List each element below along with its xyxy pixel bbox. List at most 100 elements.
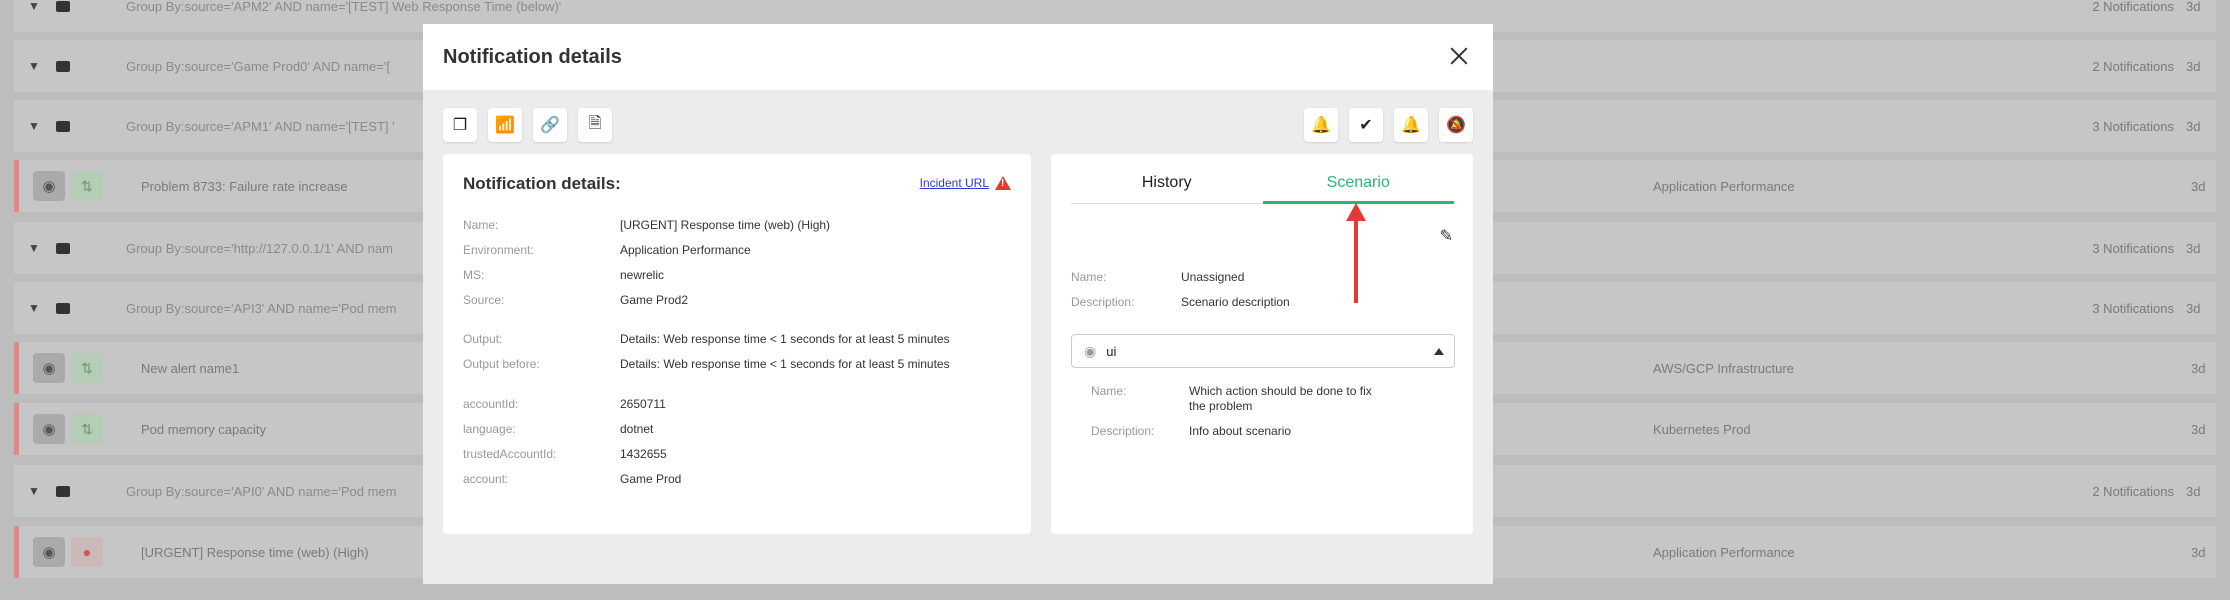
field-value: Scenario description <box>1181 295 1290 309</box>
field-name: Name: [URGENT] Response time (web) (High… <box>463 218 830 232</box>
field-output-before: Output before: Details: Web response tim… <box>463 357 950 371</box>
field-account: account: Game Prod <box>463 472 681 486</box>
field-label: Output before: <box>463 357 540 371</box>
select-value: ui <box>1106 343 1117 359</box>
field-value: 2650711 <box>620 397 666 411</box>
folder-icon <box>56 60 70 72</box>
field-value: dotnet <box>620 422 654 436</box>
chevron-down-icon[interactable]: ▼ <box>28 0 40 13</box>
chevron-down-icon[interactable]: ▼ <box>28 59 40 73</box>
eye-icon[interactable]: ◉ <box>33 537 65 567</box>
modal-title: Notification details <box>443 45 622 68</box>
warning-icon <box>995 176 1011 190</box>
alert-environment: Kubernetes Prod <box>1653 421 1751 437</box>
group-row-text: Group By:source='APM2' AND name='[TEST] … <box>126 0 562 14</box>
eye-icon[interactable]: ◉ <box>33 414 65 444</box>
alert-row-text: [URGENT] Response time (web) (High) <box>141 544 369 560</box>
field-value: Details: Web response time < 1 seconds f… <box>620 357 950 371</box>
tab-bar: History Scenario <box>1071 172 1454 204</box>
notification-count: 3 Notifications <box>2092 240 2174 256</box>
field-value: newrelic <box>620 268 665 282</box>
group-row-text: Group By:source='Game Prod0' AND name='[ <box>126 58 390 74</box>
scenario-name: Name: Unassigned <box>1071 270 1244 284</box>
field-value: Unassigned <box>1181 270 1245 284</box>
chevron-down-icon[interactable]: ▼ <box>28 484 40 498</box>
notification-details-panel: Notification details: Incident URL Name:… <box>443 154 1031 534</box>
row-age: 3d <box>2191 178 2206 194</box>
eye-icon[interactable]: ◉ <box>33 171 65 201</box>
folder-icon <box>56 0 70 12</box>
eye-icon[interactable]: ◉ <box>33 353 65 383</box>
chevron-down-icon[interactable]: ▼ <box>28 241 40 255</box>
alert-environment: Application Performance <box>1653 178 1795 194</box>
row-age: 3d <box>2191 360 2206 376</box>
field-label: Name: <box>463 218 499 232</box>
row-age: 3d <box>2191 544 2206 560</box>
alert-environment: AWS/GCP Infrastructure <box>1653 360 1794 376</box>
status-icon[interactable]: ⇅ <box>71 353 103 383</box>
row-age: 3d <box>2191 421 2206 437</box>
row-age: 3d <box>2186 483 2201 499</box>
edit-pencil-icon[interactable]: ✎ <box>1440 226 1453 246</box>
row-age: 3d <box>2186 300 2201 316</box>
chart-icon[interactable]: 📶 <box>488 108 522 142</box>
eye-icon: ◉ <box>1084 342 1097 359</box>
row-age: 3d <box>2186 240 2201 256</box>
scenario-panel: History Scenario ✎ Name: Unassigned Desc… <box>1051 154 1473 534</box>
group-row-text: Group By:source='API0' AND name='Pod mem <box>126 483 397 499</box>
caret-up-icon <box>1434 348 1444 355</box>
field-label: Source: <box>463 293 505 307</box>
field-value: Game Prod <box>620 472 682 486</box>
folder-icon <box>56 242 70 254</box>
field-value: 1432655 <box>620 447 667 461</box>
file-icon[interactable]: 🗎 <box>578 108 612 142</box>
field-language: language: dotnet <box>463 422 653 436</box>
notification-count: 3 Notifications <box>2092 300 2174 316</box>
tab-scenario[interactable]: Scenario <box>1262 172 1455 204</box>
chevron-down-icon[interactable]: ▼ <box>28 119 40 133</box>
copy-icon[interactable]: ❐ <box>443 108 477 142</box>
field-label: Name: <box>1071 270 1107 284</box>
bell-ring-icon[interactable]: 🔔 <box>1394 108 1428 142</box>
incident-url-link[interactable]: Incident URL <box>920 176 989 190</box>
alert-environment: Application Performance <box>1653 544 1795 560</box>
check-circle-icon[interactable]: ✔ <box>1349 108 1383 142</box>
field-label: account: <box>463 472 509 486</box>
field-value: Details: Web response time < 1 seconds f… <box>620 332 950 346</box>
folder-icon <box>56 120 70 132</box>
sub-scenario-name: Name: Which action should be done to fix… <box>1091 384 1389 414</box>
incident-url: Incident URL <box>920 176 1011 190</box>
field-label: MS: <box>463 268 485 282</box>
link-icon[interactable]: 🔗 <box>533 108 567 142</box>
row-age: 3d <box>2186 58 2201 74</box>
notification-count: 3 Notifications <box>2092 118 2174 134</box>
field-value: Which action should be done to fix the p… <box>1189 384 1372 413</box>
tab-history[interactable]: History <box>1071 172 1263 203</box>
folder-icon <box>56 485 70 497</box>
field-trusted-account-id: trustedAccountId: 1432655 <box>463 447 667 461</box>
field-source: Source: Game Prod2 <box>463 293 688 307</box>
modal-header: Notification details <box>423 24 1493 90</box>
chevron-down-icon[interactable]: ▼ <box>28 301 40 315</box>
status-icon[interactable]: ● <box>71 537 103 567</box>
close-icon[interactable] <box>1447 44 1471 68</box>
group-row-text: Group By:source='http://127.0.0.1/1' AND… <box>126 240 393 256</box>
field-label: language: <box>463 422 516 436</box>
field-label: Description: <box>1071 295 1135 309</box>
field-label: Name: <box>1091 384 1127 398</box>
notification-details-modal: Notification details ❐ 📶 🔗 🗎 🔔 ✔ 🔔 🔕 Not… <box>423 24 1493 584</box>
row-age: 3d <box>2186 118 2201 134</box>
status-icon[interactable]: ⇅ <box>71 414 103 444</box>
annotation-arrow-line <box>1354 213 1358 303</box>
bell-plus-icon[interactable]: 🔔 <box>1304 108 1338 142</box>
field-label: accountId: <box>463 397 519 411</box>
group-row-text: Group By:source='APM1' AND name='[TEST] … <box>126 118 395 134</box>
alert-row-text: New alert name1 <box>141 360 240 376</box>
field-ms: MS: newrelic <box>463 268 664 282</box>
bell-off-icon[interactable]: 🔕 <box>1439 108 1473 142</box>
scenario-select[interactable]: ◉ ui <box>1071 334 1455 368</box>
alert-row-text: Problem 8733: Failure rate increase <box>141 178 348 194</box>
notification-count: 2 Notifications <box>2092 483 2174 499</box>
status-icon[interactable]: ⇅ <box>71 171 103 201</box>
field-account-id: accountId: 2650711 <box>463 397 666 411</box>
